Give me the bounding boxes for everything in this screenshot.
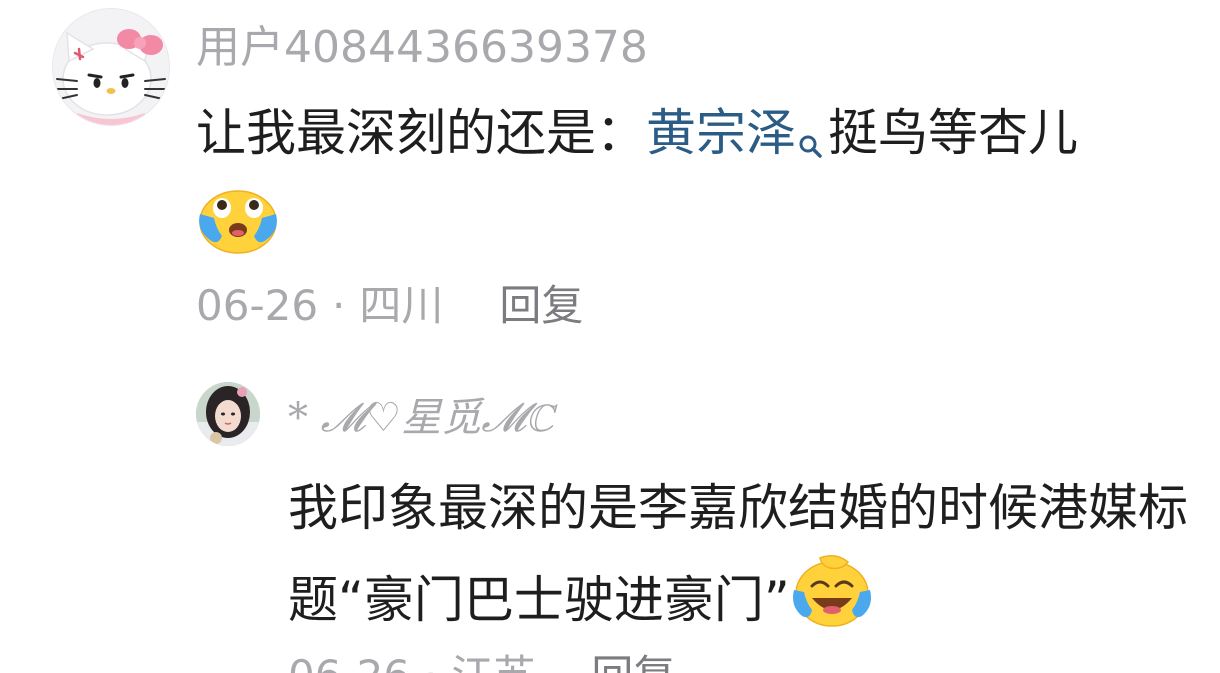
comment-text: 让我最深刻的还是：黄宗泽 挺鸟等杏儿 <box>196 92 1156 278</box>
meta-separator: · <box>424 651 437 673</box>
search-icon[interactable] <box>798 102 824 184</box>
reply-text: 我印象最深的是李嘉欣结婚的时候港媒标题“豪门巴士驶进豪门” <box>288 464 1188 655</box>
comment-thread: 用户4084436639378 让我最深刻的还是：黄宗泽 挺鸟等杏儿 06-26 ·… <box>0 0 1220 673</box>
crying-face-emoji-icon <box>196 184 278 278</box>
laughing-crying-face-emoji-icon <box>790 552 872 655</box>
avatar[interactable] <box>196 382 260 446</box>
username[interactable]: * 𝓜♡星觅𝓜ℂ <box>288 394 553 442</box>
reply-button[interactable]: 回复 <box>499 281 583 330</box>
comment-text-after-link: 挺鸟等杏儿 <box>828 104 1078 162</box>
avatar[interactable] <box>52 8 170 126</box>
reply-text-body: 我印象最深的是李嘉欣结婚的时候港媒标题“豪门巴士驶进豪门” <box>288 479 1188 629</box>
comment-text-before-link: 让我最深刻的还是： <box>196 104 646 162</box>
hello-kitty-avatar-icon <box>53 9 169 125</box>
comment-location: 四川 <box>359 281 444 330</box>
reply-button[interactable]: 回复 <box>591 651 675 673</box>
girl-portrait-avatar-icon <box>196 382 260 446</box>
search-link[interactable]: 黄宗泽 <box>646 104 796 162</box>
username[interactable]: 用户4084436639378 <box>196 22 648 74</box>
reply-date: 06-26 <box>288 651 410 673</box>
comment-date: 06-26 <box>196 281 319 330</box>
meta-separator: · <box>332 281 346 330</box>
comment-meta: 06-26 · 四川 回复 <box>196 280 583 332</box>
reply-location: 江苏 <box>451 651 535 673</box>
reply-meta: 06-26 · 江苏 回复 <box>288 650 675 673</box>
